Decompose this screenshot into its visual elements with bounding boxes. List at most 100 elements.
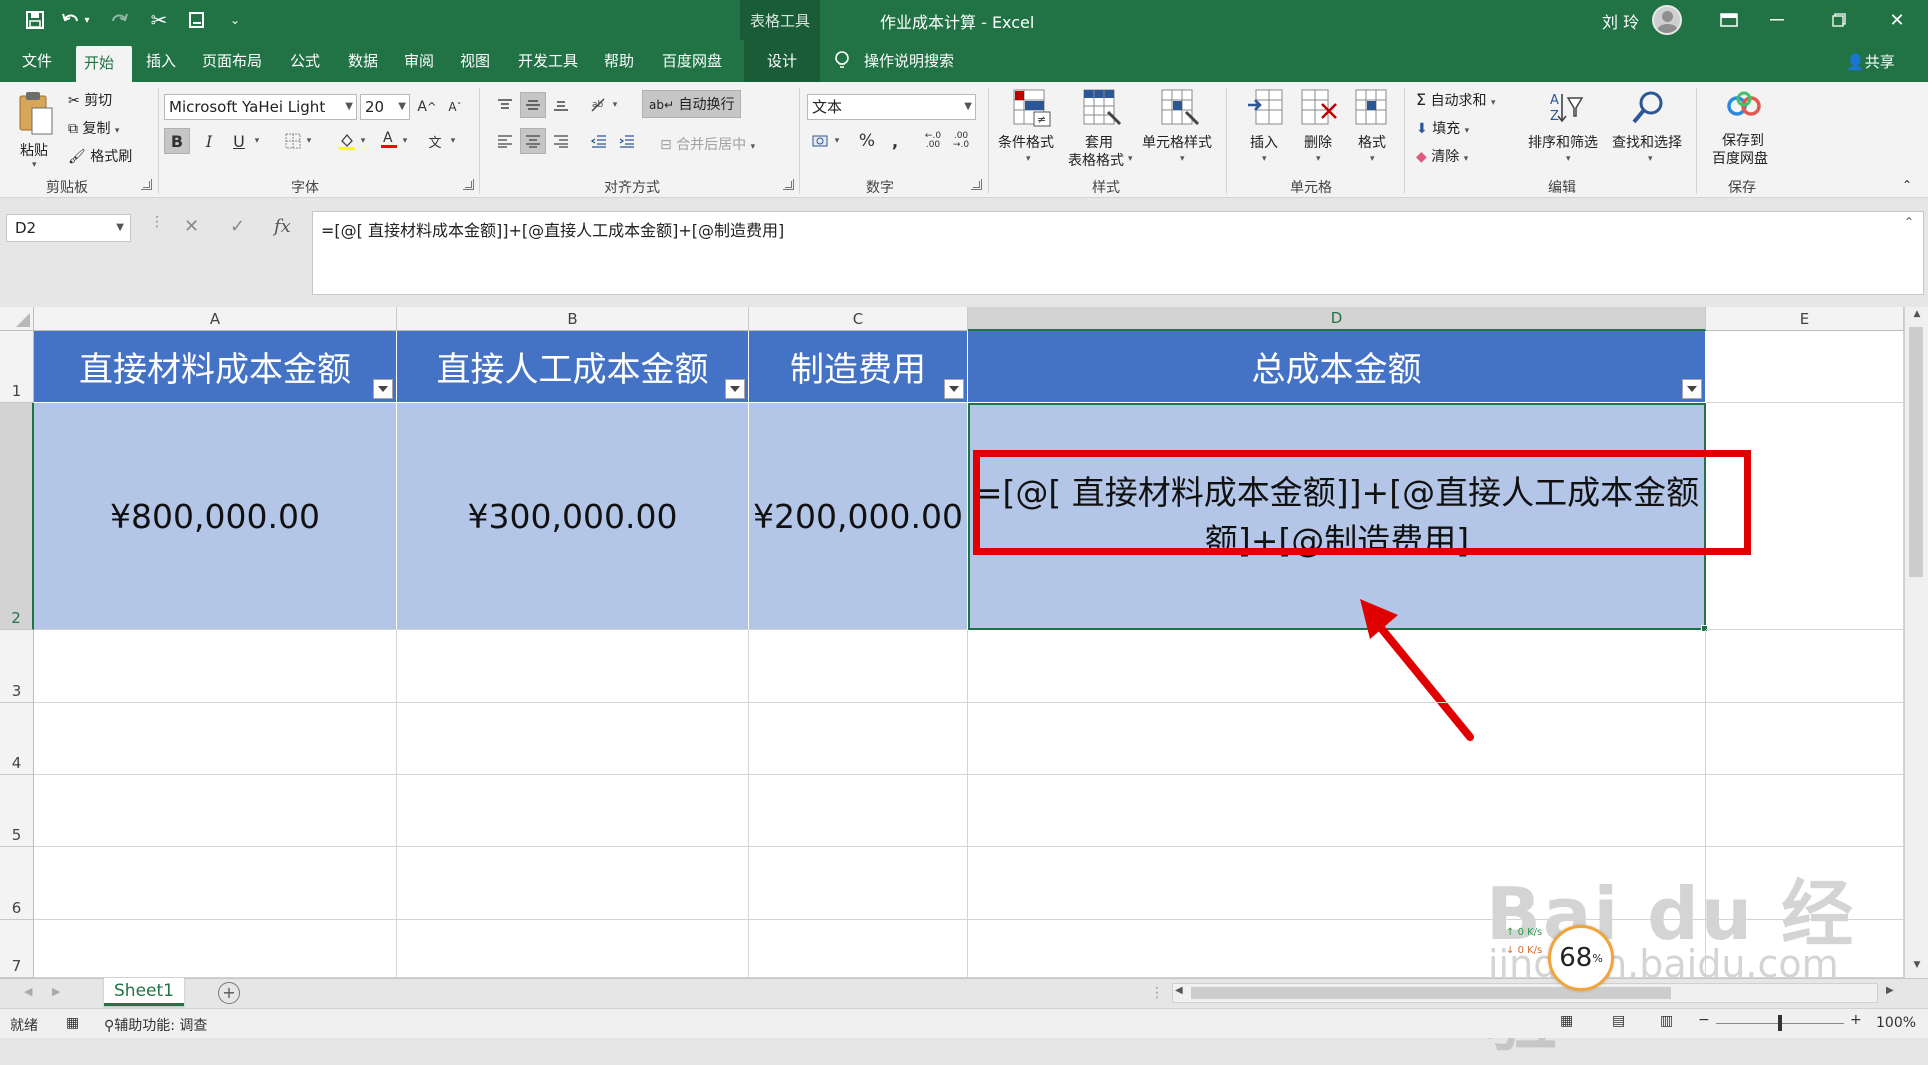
- cell-d5[interactable]: [968, 775, 1706, 847]
- cpu-usage-widget[interactable]: 68%: [1548, 925, 1614, 991]
- page-break-view-icon[interactable]: ▥: [1660, 1013, 1673, 1029]
- sort-filter-label[interactable]: 排序和筛选: [1528, 132, 1598, 152]
- zoom-level[interactable]: 100%: [1876, 1015, 1916, 1031]
- copy-button[interactable]: ⧉ 复制 ▾: [68, 118, 119, 138]
- cell-d3[interactable]: [968, 630, 1706, 703]
- cell-e6[interactable]: [1706, 847, 1904, 920]
- cell-styles-icon[interactable]: [1160, 88, 1200, 128]
- accessibility-button[interactable]: ⚲辅助功能: 调查: [104, 1015, 207, 1035]
- cancel-entry-icon[interactable]: ✕: [184, 216, 199, 237]
- merge-center-button[interactable]: ⊟ 合并后居中 ▾: [660, 134, 755, 154]
- user-name[interactable]: 刘 玲: [1602, 9, 1639, 33]
- tab-design[interactable]: 设计: [744, 40, 820, 82]
- cell-e7[interactable]: [1706, 920, 1904, 978]
- delete-dropdown-icon[interactable]: ▾: [1316, 154, 1321, 164]
- align-right-icon[interactable]: [548, 128, 574, 154]
- column-header-c[interactable]: C: [749, 307, 968, 331]
- tab-review[interactable]: 审阅: [396, 40, 442, 82]
- format-table-dropdown-icon[interactable]: ▾: [1128, 154, 1133, 164]
- tab-data[interactable]: 数据: [340, 40, 386, 82]
- increase-decimal-icon[interactable]: ←.0.00: [920, 128, 946, 154]
- tell-me-search[interactable]: 操作说明搜索: [856, 40, 962, 82]
- cell-a4[interactable]: [34, 703, 397, 775]
- font-name-combobox[interactable]: Microsoft YaHei Light ▼: [164, 94, 357, 120]
- share-button[interactable]: 👤共享: [1846, 51, 1895, 72]
- delete-cells-icon[interactable]: [1300, 88, 1338, 128]
- font-launcher-icon[interactable]: [463, 179, 474, 190]
- column-header-d[interactable]: D: [968, 307, 1706, 331]
- vertical-scroll-thumb[interactable]: [1909, 327, 1923, 577]
- cell-d6[interactable]: [968, 847, 1706, 920]
- worksheet-grid[interactable]: A B C D E 1 2 3 4 5 6 7 直接材料成本金额 直接人工成本金…: [0, 307, 1928, 1061]
- confirm-entry-icon[interactable]: ✓: [230, 216, 245, 237]
- horizontal-scroll-thumb[interactable]: [1191, 987, 1671, 999]
- insert-function-icon[interactable]: fx: [274, 216, 291, 237]
- paste-label[interactable]: 粘贴: [20, 140, 48, 160]
- normal-view-icon[interactable]: ▦: [1560, 1013, 1573, 1029]
- column-header-a[interactable]: A: [34, 307, 397, 331]
- phonetic-dropdown-icon[interactable]: ▾: [446, 128, 460, 154]
- format-cells-icon[interactable]: [1354, 88, 1392, 128]
- sheet-scroll-right-icon[interactable]: ▶: [52, 985, 60, 998]
- underline-dropdown-icon[interactable]: ▾: [250, 128, 264, 154]
- conditional-formatting-icon[interactable]: ≠: [1012, 88, 1052, 128]
- tab-help[interactable]: 帮助: [596, 40, 642, 82]
- number-format-combobox[interactable]: 文本 ▼: [807, 94, 976, 120]
- cell-a7[interactable]: [34, 920, 397, 978]
- table-header-cell-a1[interactable]: 直接材料成本金额: [34, 331, 397, 403]
- align-left-icon[interactable]: [492, 128, 518, 154]
- tab-formulas[interactable]: 公式: [282, 40, 328, 82]
- row-header-6[interactable]: 6: [0, 847, 34, 920]
- collapse-formula-bar-icon[interactable]: ⌃: [1904, 215, 1914, 229]
- sort-filter-icon[interactable]: AZ: [1548, 90, 1584, 126]
- cell-b5[interactable]: [397, 775, 749, 847]
- row-header-1[interactable]: 1: [0, 331, 34, 403]
- tab-insert[interactable]: 插入: [138, 40, 184, 82]
- number-launcher-icon[interactable]: [971, 179, 982, 190]
- row-header-3[interactable]: 3: [0, 630, 34, 703]
- scroll-left-icon[interactable]: ◀: [1175, 985, 1183, 996]
- borders-dropdown-icon[interactable]: ▾: [302, 128, 316, 154]
- cell-b4[interactable]: [397, 703, 749, 775]
- macro-record-icon[interactable]: ▦: [66, 1015, 79, 1031]
- format-painter-button[interactable]: 🖌 格式刷: [68, 146, 132, 166]
- insert-cells-label[interactable]: 插入: [1250, 132, 1278, 152]
- restore-icon[interactable]: [1816, 0, 1862, 40]
- cell-e5[interactable]: [1706, 775, 1904, 847]
- cell-c7[interactable]: [749, 920, 968, 978]
- horizontal-scrollbar[interactable]: ◀: [1172, 983, 1878, 1003]
- clipboard-launcher-icon[interactable]: [141, 179, 152, 190]
- format-as-table-label-2[interactable]: 表格格式: [1068, 150, 1124, 170]
- wrap-text-button[interactable]: ab↵ 自动换行: [642, 90, 742, 118]
- comma-style-icon[interactable]: ,: [882, 128, 908, 154]
- italic-button[interactable]: I: [196, 128, 222, 154]
- increase-font-size-icon[interactable]: A ^: [414, 94, 440, 120]
- find-select-icon[interactable]: [1630, 90, 1666, 126]
- filter-dropdown-icon[interactable]: [373, 379, 393, 399]
- page-layout-view-icon[interactable]: ▤: [1612, 1013, 1625, 1029]
- name-box[interactable]: D2 ▼: [6, 214, 131, 242]
- find-dropdown-icon[interactable]: ▾: [1648, 154, 1653, 164]
- zoom-in-icon[interactable]: +: [1850, 1012, 1862, 1028]
- close-icon[interactable]: ✕: [1874, 0, 1920, 40]
- cell-c5[interactable]: [749, 775, 968, 847]
- tab-view[interactable]: 视图: [452, 40, 498, 82]
- increase-indent-icon[interactable]: [614, 128, 640, 154]
- cell-a5[interactable]: [34, 775, 397, 847]
- column-header-e[interactable]: E: [1706, 307, 1904, 331]
- print-preview-icon[interactable]: [182, 6, 212, 34]
- accounting-dropdown-icon[interactable]: ▾: [830, 128, 844, 154]
- row-header-2[interactable]: 2: [0, 403, 34, 630]
- formula-input[interactable]: =[@[ 直接材料成本金额]]+[@直接人工成本金额]+[@制造费用]: [312, 211, 1924, 295]
- delete-cells-label[interactable]: 删除: [1304, 132, 1332, 152]
- cell-e3[interactable]: [1706, 630, 1904, 703]
- cut-button[interactable]: ✂ 剪切: [68, 90, 112, 110]
- find-select-label[interactable]: 查找和选择: [1612, 132, 1682, 152]
- cell-a2[interactable]: ¥800,000.00: [34, 403, 397, 630]
- format-cells-label[interactable]: 格式: [1358, 132, 1386, 152]
- conditional-formatting-label[interactable]: 条件格式: [998, 132, 1054, 152]
- filter-dropdown-icon[interactable]: [725, 379, 745, 399]
- orientation-dropdown-icon[interactable]: ▾: [608, 92, 622, 118]
- cell-styles-label[interactable]: 单元格样式: [1142, 132, 1212, 152]
- cell-c3[interactable]: [749, 630, 968, 703]
